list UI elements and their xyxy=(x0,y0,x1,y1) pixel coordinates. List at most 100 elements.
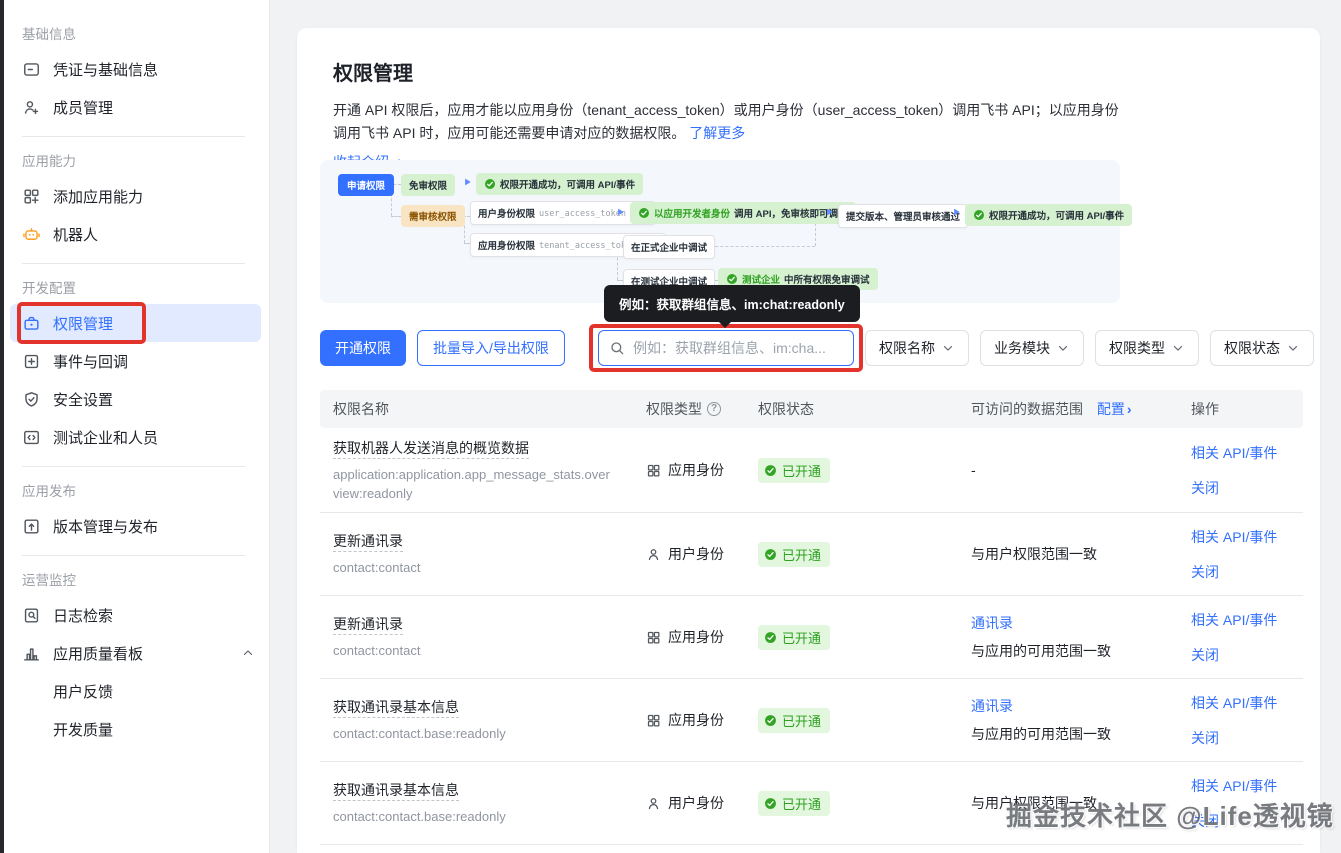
sidebar-item-dev-quality[interactable]: 开发质量 xyxy=(4,710,269,748)
sidebar-item-label: 成员管理 xyxy=(53,99,114,117)
node-user-identity: 用户身份权限 user_access_token 调用 xyxy=(470,201,657,225)
divider xyxy=(22,136,245,137)
col-permission-status: 权限状态 xyxy=(758,401,814,417)
scope-contacts-link[interactable]: 通讯录 xyxy=(971,613,1178,633)
permission-type-cell: 应用身份 xyxy=(633,627,745,647)
table-row: 更新通讯录 contact:contact 应用身份 已开通 通讯录 与应用的可… xyxy=(320,596,1303,679)
event-callback-icon xyxy=(22,352,41,371)
arrow-icon xyxy=(954,208,960,216)
batch-import-export-button[interactable]: 批量导入/导出权限 xyxy=(417,330,565,366)
robot-icon xyxy=(22,225,41,244)
permission-code: contact:contact xyxy=(333,643,421,658)
user-identity-icon xyxy=(648,548,659,560)
search-box[interactable] xyxy=(598,330,854,366)
configure-link[interactable]: 配置 › xyxy=(1097,399,1132,419)
permission-management-page: 基础信息 凭证与基础信息 成员管理 应用能力 添加应用能力 机器人 开发配置 权… xyxy=(0,0,1341,853)
chevron-up-icon[interactable] xyxy=(241,646,255,660)
close-permission-link[interactable]: 关闭 xyxy=(1191,811,1303,831)
learn-more-link[interactable]: 了解更多 xyxy=(689,125,745,141)
permission-name[interactable]: 更新通讯录 xyxy=(333,616,403,635)
sidebar-section-monitoring: 运营监控 xyxy=(22,573,76,588)
related-api-link[interactable]: 相关 API/事件 xyxy=(1191,610,1303,630)
main-content-card: 权限管理 开通 API 权限后，应用才能以应用身份（tenant_access_… xyxy=(297,28,1320,853)
related-api-link[interactable]: 相关 API/事件 xyxy=(1191,527,1303,547)
sidebar-item-log-search[interactable]: 日志检索 xyxy=(4,596,269,634)
arrow-icon xyxy=(827,208,833,216)
scope-contacts-link[interactable]: 通讯录 xyxy=(971,696,1178,716)
table-row: 更新通讯录 contact:contact 用户身份 已开通 与用户权限范围一致… xyxy=(320,513,1303,596)
filter-label: 权限类型 xyxy=(1109,340,1165,356)
search-area: 例如：获取群组信息、im:chat:readonly xyxy=(589,285,863,372)
divider xyxy=(22,263,245,264)
permission-name[interactable]: 获取通讯录基本信息 xyxy=(333,782,459,801)
sidebar-item-credentials[interactable]: 凭证与基础信息 xyxy=(4,50,269,88)
sidebar-item-label: 机器人 xyxy=(53,226,99,244)
filter-permission-type[interactable]: 权限类型 xyxy=(1095,330,1199,366)
permission-status-cell: 已开通 xyxy=(745,624,958,650)
sidebar-item-quality-dashboard[interactable]: 应用质量看板 xyxy=(4,634,269,672)
sidebar-item-security[interactable]: 安全设置 xyxy=(4,380,269,418)
permission-name[interactable]: 获取通讯录基本信息 xyxy=(333,699,459,718)
sidebar-item-label: 用户反馈 xyxy=(53,683,114,701)
divider xyxy=(22,555,245,556)
permission-flow-diagram: 申请权限 免审权限 权限开通成功，可调用 API/事件 需审核权限 用户身份权限… xyxy=(320,160,1133,303)
search-input[interactable] xyxy=(633,340,843,356)
user-identity-icon xyxy=(648,797,659,809)
permission-name[interactable]: 获取机器人发送消息的概览数据 xyxy=(333,439,529,459)
sidebar-item-events[interactable]: 事件与回调 xyxy=(4,342,269,380)
node-dev-debug: 以应用开发者身份 调用 API，免审核即可调试 xyxy=(630,202,856,224)
permission-status-cell: 已开通 xyxy=(745,707,958,733)
related-api-link[interactable]: 相关 API/事件 xyxy=(1191,443,1303,463)
close-permission-link[interactable]: 关闭 xyxy=(1191,645,1303,665)
check-icon xyxy=(764,796,777,810)
sidebar-section-basic-info: 基础信息 xyxy=(22,27,76,42)
permission-type-cell: 用户身份 xyxy=(633,793,745,813)
col-actions: 操作 xyxy=(1191,401,1219,417)
sidebar-item-label: 版本管理与发布 xyxy=(53,518,159,536)
filter-permission-name[interactable]: 权限名称 xyxy=(865,330,969,366)
sidebar-item-permissions[interactable]: 权限管理 xyxy=(10,302,261,344)
sidebar-item-test-company[interactable]: 测试企业和人员 xyxy=(4,418,269,456)
help-icon[interactable]: ? xyxy=(707,402,721,416)
permission-name[interactable]: 更新通讯录 xyxy=(333,533,403,552)
chevron-right-icon: › xyxy=(1126,401,1132,417)
sidebar-item-bot[interactable]: 机器人 xyxy=(4,215,269,253)
permission-name-cell: 更新通讯录 contact:contact xyxy=(320,531,633,577)
arrow-icon xyxy=(618,208,624,216)
sidebar-item-version-release[interactable]: 版本管理与发布 xyxy=(4,507,269,545)
chevron-down-icon xyxy=(943,345,953,351)
filter-label: 业务模块 xyxy=(994,340,1050,356)
close-permission-link[interactable]: 关闭 xyxy=(1191,478,1303,498)
data-scope-cell: 通讯录 与应用的可用范围一致 xyxy=(958,613,1178,661)
app-identity-icon xyxy=(647,631,660,643)
sidebar-item-add-capability[interactable]: 添加应用能力 xyxy=(4,177,269,215)
log-search-icon xyxy=(22,606,41,625)
sidebar: 基础信息 凭证与基础信息 成员管理 应用能力 添加应用能力 机器人 开发配置 权… xyxy=(4,0,270,853)
related-api-link[interactable]: 相关 API/事件 xyxy=(1191,693,1303,713)
permission-code: application:application.app_message_stat… xyxy=(333,466,610,501)
actions-cell: 相关 API/事件 关闭 xyxy=(1178,527,1303,582)
actions-cell: 相关 API/事件 关闭 xyxy=(1178,443,1303,498)
permission-name-cell: 获取通讯录基本信息 contact:contact.base:readonly xyxy=(320,697,633,743)
col-permission-name: 权限名称 xyxy=(333,401,389,417)
sidebar-section-capabilities: 应用能力 xyxy=(22,154,76,169)
permission-status-cell: 已开通 xyxy=(745,457,958,483)
permission-type-cell: 用户身份 xyxy=(633,544,745,564)
permission-name-cell: 更新通讯录 contact:contact xyxy=(320,614,633,660)
close-permission-link[interactable]: 关闭 xyxy=(1191,562,1303,582)
upload-icon xyxy=(22,517,41,536)
sidebar-item-user-feedback[interactable]: 用户反馈 xyxy=(4,672,269,710)
related-api-link[interactable]: 相关 API/事件 xyxy=(1191,776,1303,796)
actions-cell: 相关 API/事件 关闭 xyxy=(1178,610,1303,665)
sidebar-section-dev-config: 开发配置 xyxy=(22,281,76,296)
open-permission-button[interactable]: 开通权限 xyxy=(320,330,406,366)
filter-business-module[interactable]: 业务模块 xyxy=(980,330,1084,366)
node-success-mid: 权限开通成功，可调用 API/事件 xyxy=(965,204,1133,226)
sidebar-item-members[interactable]: 成员管理 xyxy=(4,88,269,126)
status-badge: 已开通 xyxy=(758,541,831,567)
close-permission-link[interactable]: 关闭 xyxy=(1191,728,1303,748)
filter-permission-status[interactable]: 权限状态 xyxy=(1210,330,1314,366)
status-badge: 已开通 xyxy=(758,624,831,650)
app-identity-icon xyxy=(647,464,660,476)
sidebar-item-label: 测试企业和人员 xyxy=(53,429,159,447)
